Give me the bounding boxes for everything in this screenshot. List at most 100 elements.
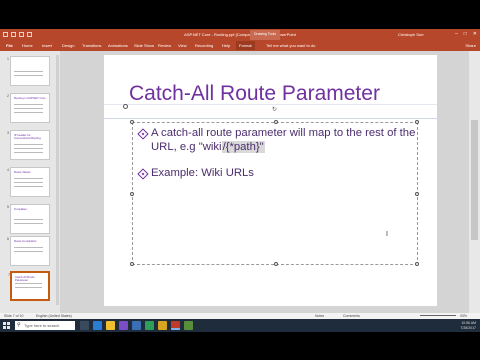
slide-thumbnail-selected[interactable]: 7 Catch-All Route Parameter	[8, 271, 50, 301]
thumbnail-title: Routing in ASP.NET Core	[14, 96, 46, 100]
bullet-text-plain: A catch-all route parameter will map to …	[151, 127, 416, 153]
slide-title[interactable]: Catch-All Route Parameter	[129, 82, 380, 106]
thumbnail-number: 6	[7, 237, 9, 241]
tab-recording[interactable]: Recording	[195, 43, 213, 48]
thumbnail-number: 3	[7, 131, 9, 135]
thumbnail-text-line	[15, 283, 42, 284]
thumbnail-text-line	[14, 247, 43, 248]
letterbox-top	[0, 0, 480, 29]
selected-text[interactable]: /{*path}"	[221, 140, 265, 153]
contextual-tab-group: Drawing Tools	[250, 30, 280, 40]
maximize-icon[interactable]: □	[464, 31, 467, 37]
thumbnail-number: 2	[7, 94, 9, 98]
tab-insert[interactable]: Insert	[42, 43, 52, 48]
resize-handle[interactable]	[130, 192, 134, 196]
task-view-icon[interactable]	[80, 321, 89, 330]
taskbar-search-box[interactable]: ⚲ Type here to search	[15, 321, 75, 330]
title-bar: ASP.NET Core - Routing.ppt [Compatibilit…	[0, 29, 480, 40]
thumbnail-scrollbar[interactable]	[56, 55, 59, 305]
tab-design[interactable]: Design	[62, 43, 74, 48]
language-indicator[interactable]: English (United States)	[36, 314, 72, 318]
start-icon-pane	[3, 322, 6, 325]
minimize-icon[interactable]: –	[455, 31, 458, 37]
powerpoint-icon[interactable]	[171, 321, 180, 330]
zoom-slider[interactable]	[420, 315, 456, 316]
clock-time: 10:56 AM	[461, 321, 476, 325]
slide-canvas[interactable]: Catch-All Route Parameter ↻ A catch-all …	[104, 55, 437, 306]
slide-thumbnail[interactable]: 4 Route Values	[7, 167, 50, 197]
resize-handle[interactable]	[130, 120, 134, 124]
rotate-handle-icon[interactable]: ↻	[272, 107, 278, 113]
search-placeholder: Type here to search	[24, 323, 60, 328]
window-controls: – □ ✕	[455, 31, 477, 37]
thumbnail-text-line	[14, 186, 43, 187]
thumbnail-title: Route Constraints	[14, 239, 37, 243]
letterbox-bottom	[0, 332, 480, 360]
share-button[interactable]: Share	[465, 43, 476, 48]
search-icon: ⚲	[17, 322, 21, 328]
resize-handle[interactable]	[415, 262, 419, 266]
start-icon-pane	[7, 326, 10, 329]
tell-me-box[interactable]: Tell me what you want to do	[266, 43, 315, 48]
thumbnail-text-line	[14, 104, 43, 105]
file-explorer-icon[interactable]	[106, 321, 115, 330]
title-box-handle[interactable]	[123, 104, 128, 109]
scrollbar-thumb[interactable]	[471, 120, 478, 240]
zoom-level[interactable]: 93%	[460, 314, 467, 318]
user-name[interactable]: Christoph Surr	[398, 32, 424, 37]
tab-home[interactable]: Home	[22, 43, 33, 48]
chrome-icon[interactable]	[158, 321, 167, 330]
clock-date: 7/28/2017	[460, 325, 476, 330]
windows-start-icon[interactable]	[3, 322, 10, 329]
tab-view[interactable]: View	[178, 43, 187, 48]
visual-studio-icon[interactable]	[119, 321, 128, 330]
slide-thumbnail[interactable]: 2 Routing in ASP.NET Core	[7, 93, 50, 123]
screen: ASP.NET Core - Routing.ppt [Compatibilit…	[0, 0, 480, 360]
resize-handle[interactable]	[274, 262, 278, 266]
tab-file[interactable]: File	[6, 43, 13, 48]
tab-transitions[interactable]: Transitions	[82, 43, 101, 48]
thumbnail-text-line	[14, 148, 43, 149]
start-icon-pane	[3, 326, 6, 329]
thumbnail-text-line	[14, 182, 43, 183]
tab-format[interactable]: Format	[236, 41, 255, 50]
thumbnail-title: Templates	[14, 207, 27, 211]
thumbnail-text-line	[14, 223, 43, 224]
resize-handle[interactable]	[415, 192, 419, 196]
slide-thumbnail[interactable]: 6 Route Constraints	[7, 236, 50, 266]
tab-help[interactable]: Help	[222, 43, 230, 48]
tab-slide-show[interactable]: Slide Show	[134, 43, 154, 48]
thumbnail-text-line	[15, 287, 42, 288]
close-icon[interactable]: ✕	[473, 31, 477, 37]
tab-review[interactable]: Review	[158, 43, 171, 48]
app-icon[interactable]	[132, 321, 141, 330]
slide-thumbnail[interactable]: 3 IP Header for Conventional Routing	[7, 130, 50, 160]
edge-icon[interactable]	[93, 321, 102, 330]
tab-animations[interactable]: Animations	[108, 43, 128, 48]
diamond-bullet-icon	[137, 168, 149, 180]
resize-handle[interactable]	[274, 120, 278, 124]
slide-thumbnail[interactable]: 5 Templates	[7, 204, 50, 234]
thumbnail-number: 5	[7, 205, 9, 209]
notes-button[interactable]: Notes	[315, 314, 324, 318]
ribbon-tabs: File Home Insert Design Transitions Anim…	[0, 40, 480, 51]
thumbnail-title: Route Values	[14, 170, 31, 174]
thumbnail-title: Catch-All Route Parameter	[15, 275, 35, 282]
app-icon[interactable]	[145, 321, 154, 330]
thumbnail-number: 1	[7, 57, 9, 61]
slide-thumbnail[interactable]: 1	[7, 56, 50, 86]
resize-handle[interactable]	[415, 120, 419, 124]
text-cursor-icon: I	[386, 231, 388, 238]
comments-button[interactable]: Comments	[343, 314, 360, 318]
system-tray-clock[interactable]: 10:56 AM 7/28/2017	[460, 321, 476, 330]
thumbnail-text-line	[14, 219, 43, 220]
thumbnail-number: 4	[7, 168, 9, 172]
camtasia-icon[interactable]	[184, 321, 193, 330]
content-placeholder[interactable]: ↻ A catch-all route parameter will map t…	[130, 107, 419, 266]
thumbnail-pane: 1 2 Routing in ASP.NET Core 3 IP Header …	[0, 51, 60, 313]
slide-counter: Slide 7 of 10	[4, 314, 24, 318]
thumbnail-text-line	[14, 71, 43, 72]
resize-handle[interactable]	[130, 262, 134, 266]
start-icon-pane	[7, 322, 10, 325]
bullet-text: Example: Wiki URLs	[151, 167, 254, 179]
